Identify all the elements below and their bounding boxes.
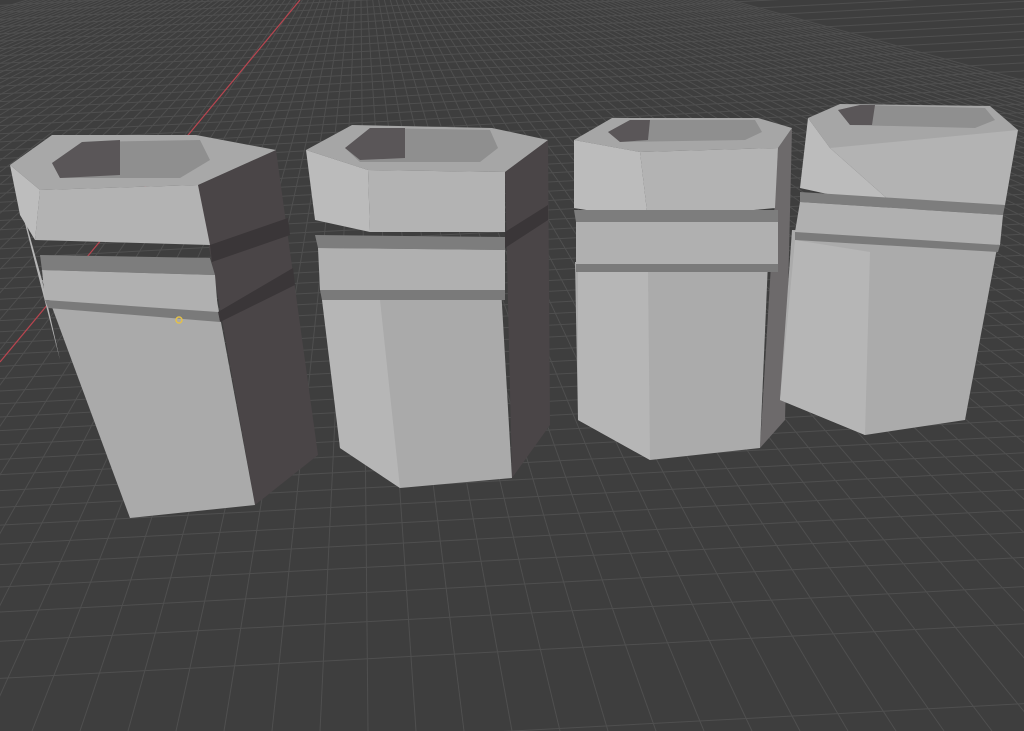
3d-viewport[interactable] bbox=[0, 0, 1024, 731]
object-3-rim-1 bbox=[574, 210, 778, 222]
object-4-side-left bbox=[780, 240, 870, 435]
object-3-top-left bbox=[574, 140, 648, 220]
object-3-band bbox=[576, 222, 778, 264]
object-2-band bbox=[318, 248, 505, 290]
object-2-right-face bbox=[505, 140, 550, 478]
hex-container-3[interactable] bbox=[574, 118, 792, 460]
object-2-top-front bbox=[368, 170, 505, 232]
object-2-rim-2 bbox=[320, 290, 505, 300]
object-3-rim-2 bbox=[576, 264, 778, 272]
scene-objects[interactable] bbox=[0, 0, 1024, 731]
object-3-top-front bbox=[640, 148, 778, 220]
object-1-top-front bbox=[35, 185, 210, 245]
hex-container-2[interactable] bbox=[306, 125, 550, 488]
hex-container-4[interactable] bbox=[780, 104, 1018, 435]
object-2-rim-1 bbox=[315, 235, 505, 250]
hex-container-1[interactable] bbox=[10, 135, 318, 518]
object-3-side-left bbox=[578, 272, 650, 460]
